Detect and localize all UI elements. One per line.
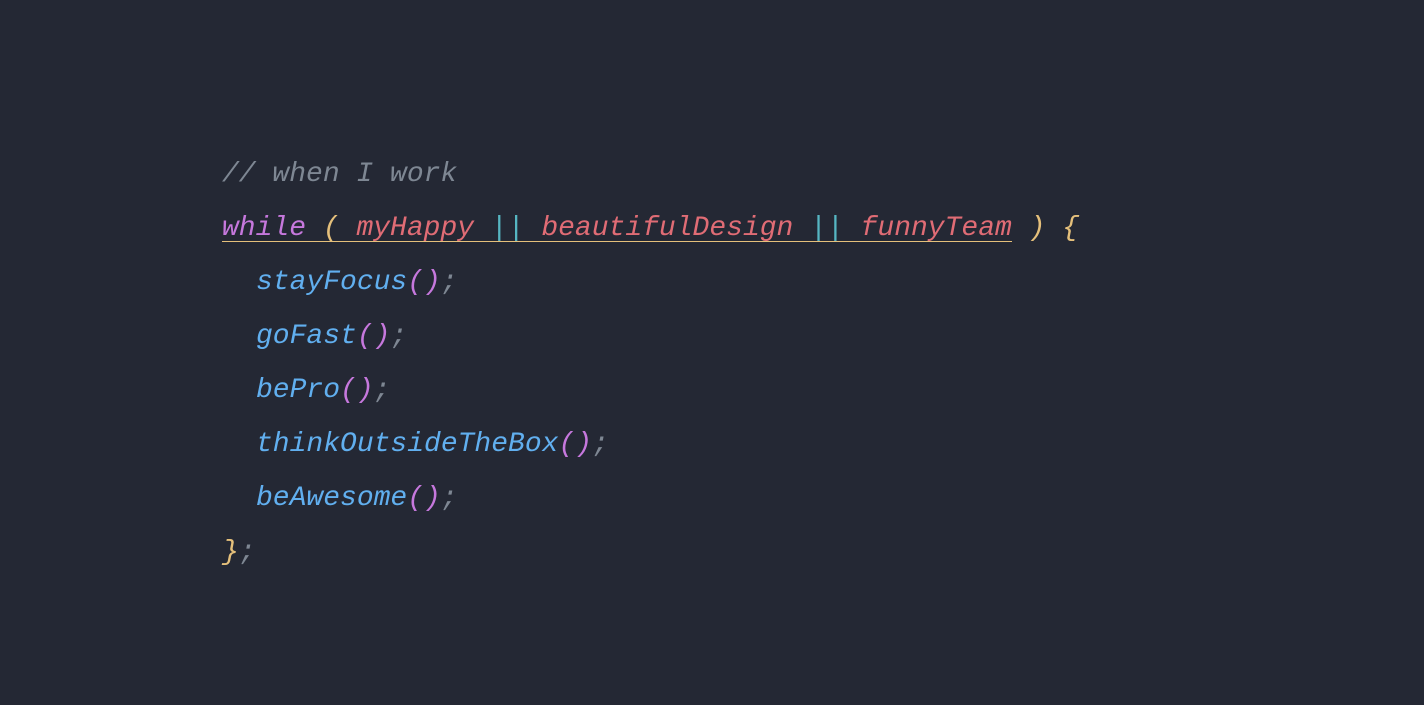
call-paren-open: (: [357, 321, 374, 352]
semicolon: ;: [592, 429, 609, 460]
comment-text: // when I work: [222, 159, 457, 190]
function-name: thinkOutsideTheBox: [256, 429, 558, 460]
semicolon: ;: [441, 483, 458, 514]
code-line-call-1: goFast();: [256, 310, 1079, 364]
identifier-myhappy: myHappy: [356, 213, 474, 244]
function-name: bePro: [256, 375, 340, 406]
code-line-while: while ( myHappy || beautifulDesign || fu…: [222, 202, 1079, 256]
code-line-call-3: thinkOutsideTheBox();: [256, 418, 1079, 472]
semicolon-end: ;: [239, 537, 256, 568]
code-line-comment: // when I work: [222, 148, 1079, 202]
call-paren-open: (: [407, 483, 424, 514]
call-paren-open: (: [340, 375, 357, 406]
code-line-call-4: beAwesome();: [256, 472, 1079, 526]
keyword-while: while: [222, 213, 306, 244]
call-paren-close: ): [424, 267, 441, 298]
operator-or-1: ||: [491, 213, 525, 244]
function-name: stayFocus: [256, 267, 407, 298]
operator-or-2: ||: [810, 213, 844, 244]
semicolon: ;: [441, 267, 458, 298]
code-line-call-0: stayFocus();: [256, 256, 1079, 310]
function-name: goFast: [256, 321, 357, 352]
call-paren-open: (: [407, 267, 424, 298]
call-paren-open: (: [558, 429, 575, 460]
semicolon: ;: [390, 321, 407, 352]
identifier-beautifuldesign: beautifulDesign: [541, 213, 793, 244]
code-block: // when I work while ( myHappy || beauti…: [222, 148, 1079, 580]
call-paren-close: ): [575, 429, 592, 460]
call-paren-close: ): [357, 375, 374, 406]
brace-close: }: [222, 537, 239, 568]
semicolon: ;: [374, 375, 391, 406]
function-name: beAwesome: [256, 483, 407, 514]
code-line-close: };: [222, 526, 1079, 580]
call-paren-close: ): [424, 483, 441, 514]
highlight-underline: [222, 241, 1012, 242]
brace-open: {: [1062, 213, 1079, 244]
paren-close: ): [1029, 213, 1046, 244]
call-paren-close: ): [374, 321, 391, 352]
paren-open: (: [323, 213, 340, 244]
identifier-funnyteam: funnyTeam: [861, 213, 1012, 244]
code-line-call-2: bePro();: [256, 364, 1079, 418]
